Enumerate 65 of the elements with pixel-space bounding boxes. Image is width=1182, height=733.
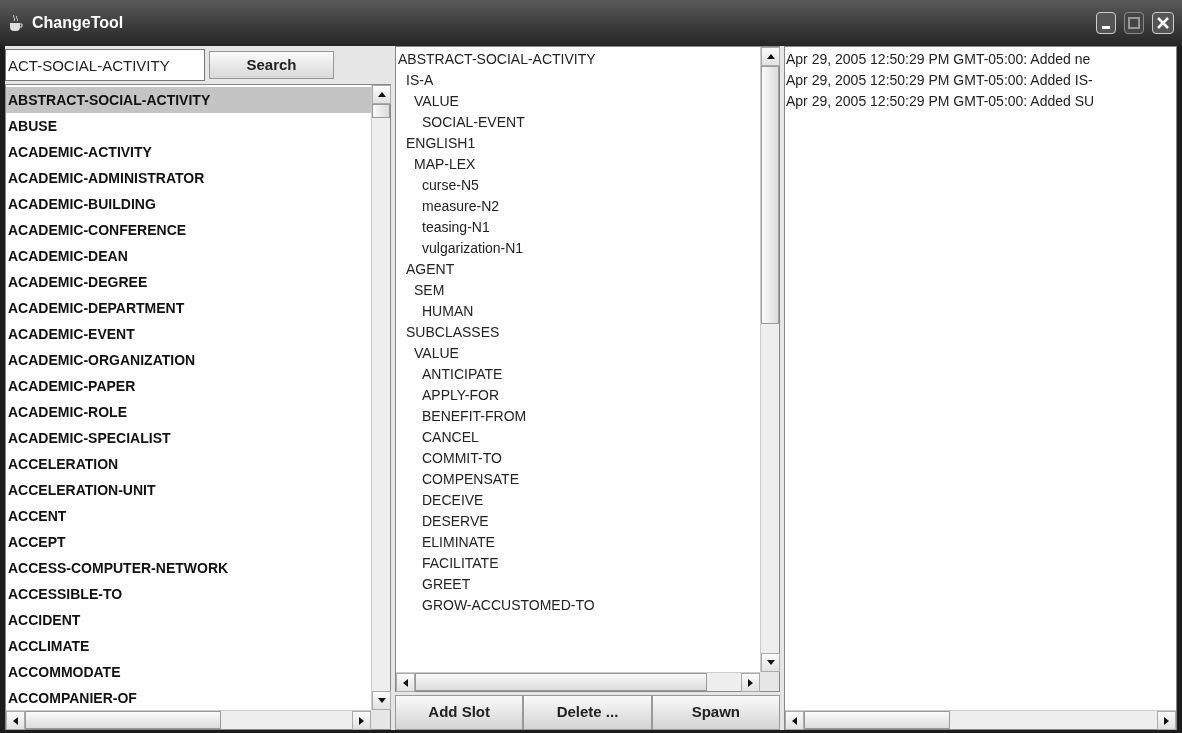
scrollbar-corner [760,672,779,691]
scroll-left-button[interactable] [6,711,25,730]
tree-node[interactable]: VALUE [396,91,760,112]
tree-node[interactable]: vulgarization-N1 [396,238,760,259]
action-button[interactable]: Delete ... [523,695,652,730]
minimize-button[interactable] [1096,12,1116,34]
scrollbar-thumb[interactable] [372,104,390,118]
coffee-cup-icon [8,14,24,32]
tree-node[interactable]: FACILITATE [396,553,760,574]
tree-node[interactable]: SOCIAL-EVENT [396,112,760,133]
vertical-scrollbar[interactable] [371,85,390,710]
tree-node[interactable]: VALUE [396,343,760,364]
tree-node[interactable]: COMMIT-TO [396,448,760,469]
log-entry: Apr 29, 2005 12:50:29 PM GMT-05:00: Added SU [785,92,1096,111]
scroll-right-button[interactable] [1157,711,1176,730]
scroll-down-button[interactable] [372,691,391,710]
tree-node[interactable]: ENGLISH1 [396,133,760,154]
action-button[interactable]: Add Slot [395,695,524,730]
log-entry: Apr 29, 2005 12:50:29 PM GMT-05:00: Added ne [785,50,1092,69]
tree-node[interactable]: APPLY-FOR [396,385,760,406]
log-entry: Apr 29, 2005 12:50:29 PM GMT-05:00: Added IS- [785,71,1094,90]
tree-node[interactable]: GREET [396,574,760,595]
horizontal-scrollbar[interactable] [6,710,371,729]
minimize-icon [1102,26,1110,29]
scroll-left-button[interactable] [785,711,804,730]
tree-node[interactable]: IS-A [396,70,760,91]
tree-node[interactable]: SUBCLASSES [396,322,760,343]
tree-node[interactable]: HUMAN [396,301,760,322]
scrollbar-thumb[interactable] [25,711,221,729]
tree-node[interactable]: MAP-LEX [396,154,760,175]
tree-node[interactable]: teasing-N1 [396,217,760,238]
scrollbar-thumb[interactable] [415,673,707,691]
tree-node[interactable]: ABSTRACT-SOCIAL-ACTIVITY [396,49,760,70]
scroll-left-button[interactable] [396,673,415,692]
horizontal-scrollbar[interactable] [785,710,1176,729]
tree-node[interactable]: BENEFIT-FROM [396,406,760,427]
tree-node[interactable]: GROW-ACCUSTOMED-TO [396,595,760,616]
tree-node[interactable]: measure-N2 [396,196,760,217]
search-field[interactable]: ACT-SOCIAL-ACTIVITY [5,49,205,81]
vertical-scrollbar[interactable] [760,47,779,672]
maximize-icon [1128,17,1140,29]
maximize-button[interactable] [1124,12,1144,34]
tree-node[interactable]: CANCEL [396,427,760,448]
horizontal-scrollbar[interactable] [396,672,760,691]
tree-node[interactable]: DECEIVE [396,490,760,511]
search-button[interactable]: Search [209,51,334,79]
scroll-down-button[interactable] [761,653,780,672]
scroll-right-button[interactable] [741,673,760,692]
tree-node[interactable]: AGENT [396,259,760,280]
scroll-right-button[interactable] [352,711,371,730]
close-icon [1157,17,1169,29]
scrollbar-thumb[interactable] [761,66,779,324]
concept-list-item[interactable]: ABSTRACT-SOCIAL-ACTIVITY [6,87,371,113]
tree-node[interactable]: ANTICIPATE [396,364,760,385]
scroll-up-button[interactable] [372,85,391,104]
tree-node[interactable]: DESERVE [396,511,760,532]
scroll-up-button[interactable] [761,47,780,66]
action-button[interactable]: Spawn [651,695,780,730]
close-button[interactable] [1152,12,1174,34]
tree-node[interactable]: SEM [396,280,760,301]
window-title: ChangeTool [32,13,124,33]
tree-node[interactable]: ELIMINATE [396,532,760,553]
tree-node[interactable]: COMPENSATE [396,469,760,490]
tree-node[interactable]: curse-N5 [396,175,760,196]
scrollbar-thumb[interactable] [804,711,950,729]
